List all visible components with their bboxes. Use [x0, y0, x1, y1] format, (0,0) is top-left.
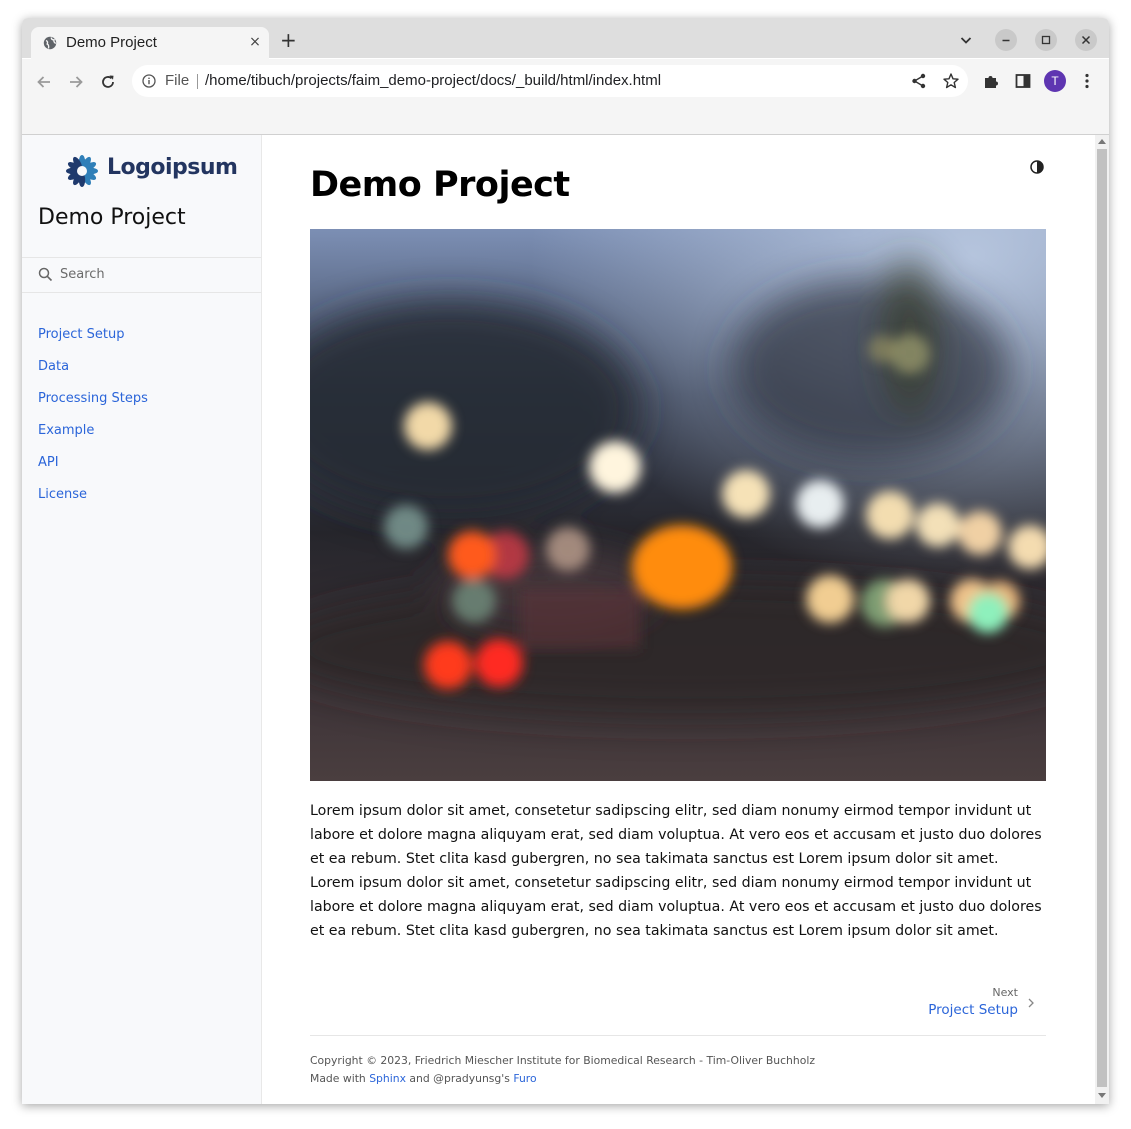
tab-strip: Demo Project × +: [22, 18, 1109, 59]
maximize-icon: [1041, 35, 1051, 45]
sidebar-search: [22, 257, 261, 293]
maximize-button[interactable]: [1035, 29, 1057, 51]
scroll-down-arrow-icon[interactable]: [1098, 1093, 1106, 1098]
extensions-icon[interactable]: [982, 72, 1000, 90]
main-content: Demo Project Lorem ipsum dolor sit amet,…: [310, 135, 1046, 1104]
sidebar-nav: Project Setup Data Processing Steps Exam…: [38, 323, 148, 515]
footer-divider: [310, 1035, 1046, 1036]
intro-paragraph: Lorem ipsum dolor sit amet, consetetur s…: [310, 803, 1042, 939]
profile-avatar[interactable]: T: [1044, 70, 1066, 92]
sphinx-link[interactable]: Sphinx: [369, 1072, 406, 1085]
close-icon[interactable]: ×: [247, 32, 263, 52]
sidebar-item: Data: [38, 355, 148, 387]
bookmarks-bar: [22, 103, 1109, 135]
tab-title: Demo Project: [66, 34, 157, 51]
sidebar: Logoipsum Demo Project Project Setup Dat…: [22, 135, 262, 1104]
sidebar-item-data[interactable]: Data: [38, 359, 69, 374]
next-page-link[interactable]: Next Project Setup: [870, 985, 1046, 1025]
star-icon[interactable]: [942, 72, 960, 90]
globe-icon: [43, 36, 57, 50]
sidebar-item-api[interactable]: API: [38, 455, 59, 470]
browser-window: Demo Project × + File /home/tibuch/proje…: [22, 18, 1109, 1104]
sidebar-project-title[interactable]: Demo Project: [38, 205, 186, 230]
logo-text[interactable]: Logoipsum: [107, 155, 238, 180]
furo-link[interactable]: Furo: [513, 1072, 536, 1085]
info-icon[interactable]: [142, 74, 156, 88]
search-icon: [38, 267, 53, 282]
made-with-prefix: Made with: [310, 1072, 370, 1085]
sidebar-item-license[interactable]: License: [38, 487, 87, 502]
web-page: Logoipsum Demo Project Project Setup Dat…: [22, 135, 1109, 1104]
chevron-right-icon: [1028, 998, 1034, 1008]
scroll-thumb[interactable]: [1097, 149, 1107, 1087]
chevron-down-icon[interactable]: [958, 32, 974, 48]
share-icon[interactable]: [910, 72, 928, 90]
browser-toolbar: File /home/tibuch/projects/faim_demo-pro…: [22, 59, 1109, 103]
hero-image: [310, 229, 1046, 781]
sidebar-item-example[interactable]: Example: [38, 423, 94, 438]
page-title: Demo Project: [310, 165, 570, 205]
sidebar-item: Processing Steps: [38, 387, 148, 419]
file-label: File: [165, 72, 190, 89]
sidebar-item: Example: [38, 419, 148, 451]
minimize-button[interactable]: [995, 29, 1017, 51]
omnibox-separator: [197, 74, 198, 89]
minimize-icon: [1002, 39, 1010, 42]
theme-toggle-icon[interactable]: [1029, 159, 1045, 175]
more-vert-icon[interactable]: [1078, 72, 1096, 90]
page-scrollbar[interactable]: [1095, 135, 1109, 1104]
reload-icon[interactable]: [99, 73, 117, 91]
sidebar-item-project-setup[interactable]: Project Setup: [38, 327, 124, 342]
made-with-and: and @pradyunsg's: [406, 1072, 514, 1085]
url-text[interactable]: /home/tibuch/projects/faim_demo-project/…: [205, 72, 661, 89]
address-bar[interactable]: File /home/tibuch/projects/faim_demo-pro…: [132, 65, 968, 97]
made-with-text: Made with Sphinx and @pradyunsg's Furo: [310, 1072, 537, 1085]
forward-icon[interactable]: [67, 73, 85, 91]
search-input[interactable]: [60, 263, 250, 285]
logo-icon[interactable]: [64, 153, 100, 189]
back-icon[interactable]: [35, 73, 53, 91]
sidebar-item: Project Setup: [38, 323, 148, 355]
sidebar-item-processing-steps[interactable]: Processing Steps: [38, 391, 148, 406]
next-label: Next: [992, 986, 1018, 999]
sidebar-item: License: [38, 483, 148, 515]
close-window-button[interactable]: [1075, 29, 1097, 51]
plus-icon[interactable]: +: [280, 30, 297, 50]
side-panel-icon[interactable]: [1014, 72, 1032, 90]
close-window-icon: [1081, 35, 1091, 45]
copyright-text: Copyright © 2023, Friedrich Miescher Ins…: [310, 1054, 816, 1067]
scroll-up-arrow-icon[interactable]: [1098, 139, 1106, 144]
sidebar-item: API: [38, 451, 148, 483]
browser-tab[interactable]: Demo Project ×: [31, 27, 269, 59]
next-title[interactable]: Project Setup: [928, 1002, 1018, 1018]
